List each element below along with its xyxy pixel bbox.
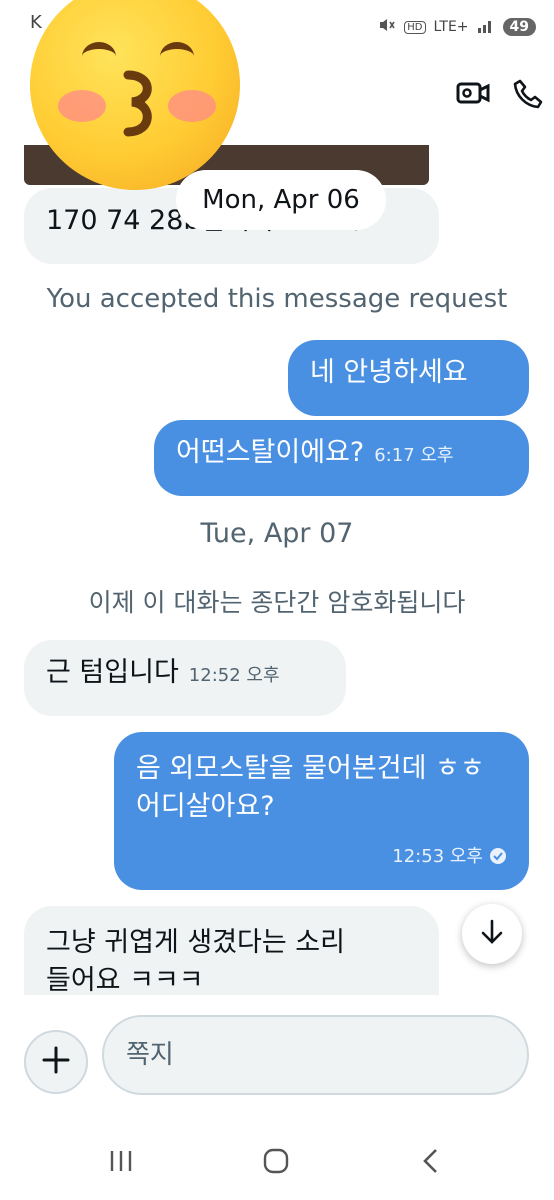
message-outgoing[interactable]: 음 외모스탈을 물어본건데 ㅎㅎ어디살아요? 12:53 오후 xyxy=(114,732,529,890)
mute-icon xyxy=(378,16,396,38)
message-time: 6:17 오후 xyxy=(374,445,454,466)
hd-icon: HD xyxy=(404,20,426,34)
message-time: 12:52 오후 xyxy=(188,665,280,686)
status-icons: HD LTE+ 49 xyxy=(378,16,536,38)
message-text: 근 텀입니다 xyxy=(46,657,179,688)
network-label: LTE+ xyxy=(433,19,469,35)
system-nav-bar xyxy=(0,1125,554,1200)
read-check-icon xyxy=(489,838,507,876)
encryption-notice: 이제 이 대화는 종단간 암호화됩니다 xyxy=(88,588,466,617)
date-separator: Tue, Apr 07 xyxy=(200,518,354,549)
message-outgoing[interactable]: 네 안녕하세요 xyxy=(288,340,529,416)
scroll-to-bottom-button[interactable] xyxy=(462,904,522,964)
battery-indicator: 49 xyxy=(502,18,536,36)
message-text: 그냥 귀엽게 생겼다는 소리들어요 ㅋㅋㅋ xyxy=(46,927,345,996)
arrow-down-icon xyxy=(479,918,505,950)
message-time: 12:53 오후 xyxy=(392,846,483,867)
plus-icon xyxy=(41,1045,71,1079)
date-separator: Mon, Apr 06 xyxy=(176,170,386,230)
message-text: 어떤스탈이에요? xyxy=(176,437,365,468)
attach-button[interactable] xyxy=(24,1030,88,1094)
message-outgoing[interactable]: 어떤스탈이에요? 6:17 오후 xyxy=(154,420,529,496)
recent-apps-icon[interactable] xyxy=(108,1147,134,1179)
back-nav-icon[interactable] xyxy=(420,1147,440,1179)
signal-icon xyxy=(477,17,495,37)
phone-icon[interactable] xyxy=(512,78,544,114)
message-input[interactable]: 쪽지 xyxy=(102,1015,529,1095)
request-accepted-notice: You accepted this message request xyxy=(46,284,508,314)
message-incoming[interactable]: 근 텀입니다 12:52 오후 xyxy=(24,640,346,716)
video-camera-icon[interactable] xyxy=(456,78,490,114)
home-icon[interactable] xyxy=(262,1147,290,1179)
message-text: 네 안녕하세요 xyxy=(310,357,468,388)
status-carrier: K xyxy=(30,12,42,33)
message-text: 음 외모스탈을 물어본건데 ㅎㅎ어디살아요? xyxy=(136,753,485,822)
